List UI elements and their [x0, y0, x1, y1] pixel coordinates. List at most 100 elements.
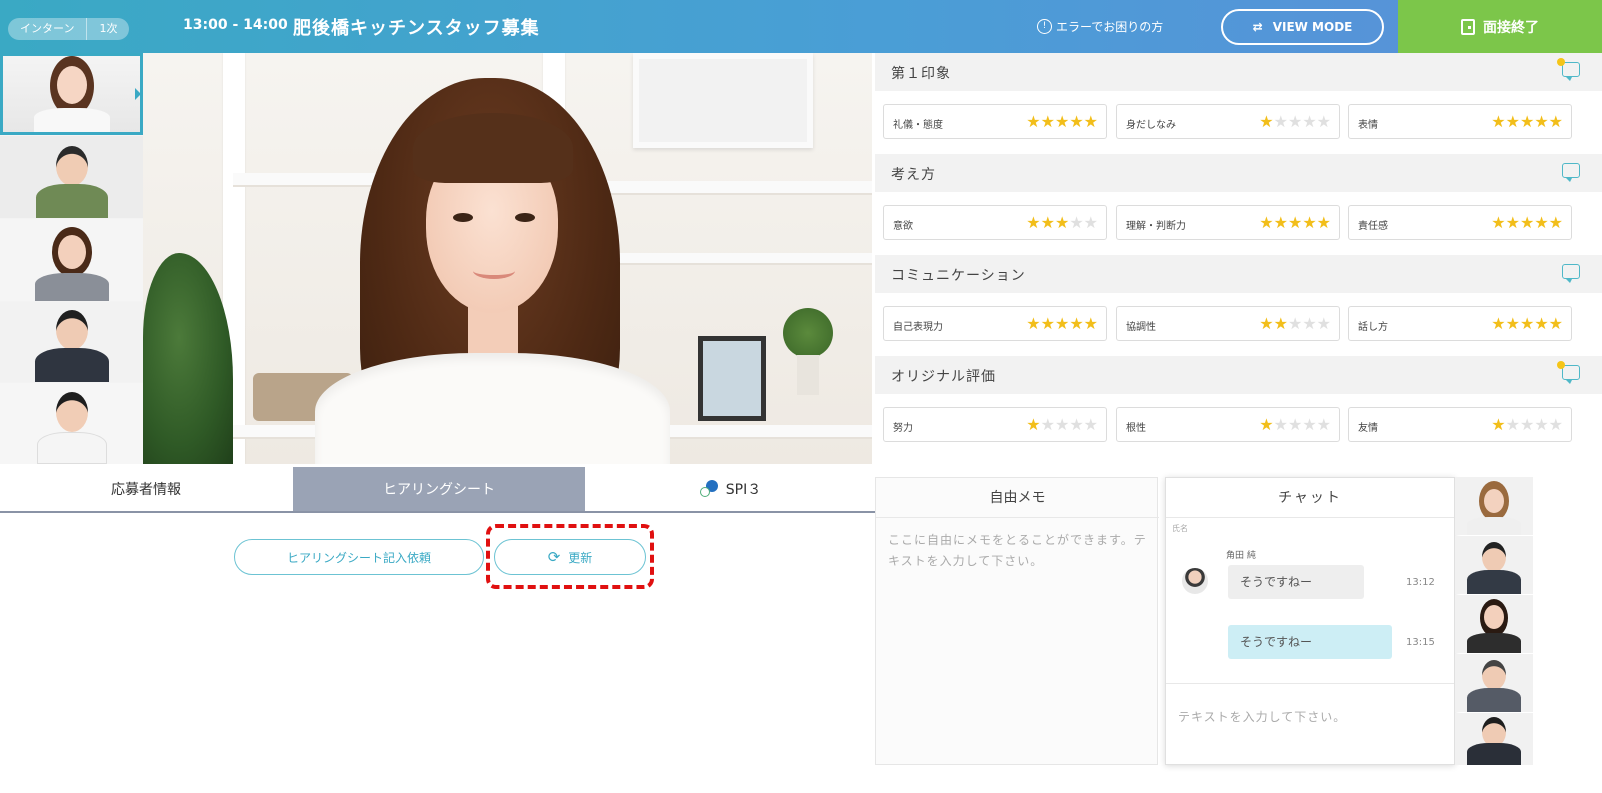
- chat-input[interactable]: テキストを入力して下さい。: [1166, 683, 1454, 764]
- eval-category-header: 考え方: [875, 154, 1602, 192]
- star-icon[interactable]: ★: [1520, 213, 1534, 232]
- star-icon[interactable]: ★: [1259, 415, 1273, 434]
- star-icon[interactable]: ★: [1259, 314, 1273, 333]
- star-icon[interactable]: ★: [1084, 314, 1098, 333]
- star-icon[interactable]: ★: [1041, 314, 1055, 333]
- star-icon[interactable]: ★: [1288, 112, 1302, 131]
- star-icon[interactable]: ★: [1084, 213, 1098, 232]
- star-icon[interactable]: ★: [1026, 314, 1040, 333]
- star-icon[interactable]: ★: [1506, 112, 1520, 131]
- star-icon[interactable]: ★: [1041, 112, 1055, 131]
- participant-thumb-3[interactable]: [0, 219, 143, 301]
- star-icon[interactable]: ★: [1026, 112, 1040, 131]
- chat-panel: チャット 氏名 角田 純 そうですねー 13:12 そうですねー 13:15 テ…: [1165, 477, 1455, 765]
- star-icon[interactable]: ★: [1534, 213, 1548, 232]
- star-icon[interactable]: ★: [1055, 415, 1069, 434]
- participant-thumb-5[interactable]: [0, 383, 143, 464]
- eval-category-header: コミュニケーション: [875, 255, 1602, 293]
- star-icon[interactable]: ★: [1259, 213, 1273, 232]
- star-icon[interactable]: ★: [1520, 314, 1534, 333]
- tag-round: 1次: [86, 18, 129, 40]
- star-icon[interactable]: ★: [1274, 213, 1288, 232]
- star-icon[interactable]: ★: [1506, 314, 1520, 333]
- star-icon[interactable]: ★: [1288, 213, 1302, 232]
- star-icon[interactable]: ★: [1317, 415, 1331, 434]
- eval-criterion: 友情 ★★★★★: [1348, 407, 1572, 442]
- chat-thumb-3[interactable]: [1455, 595, 1533, 653]
- star-icon[interactable]: ★: [1026, 213, 1040, 232]
- comment-icon[interactable]: [1557, 58, 1580, 81]
- comment-icon[interactable]: [1562, 264, 1580, 283]
- tab-hearing-sheet[interactable]: ヒアリングシート: [293, 467, 585, 511]
- free-memo-panel: 自由メモ ここに自由にメモをとることができます。テキストを入力して下さい。: [875, 477, 1159, 765]
- star-icon[interactable]: ★: [1026, 415, 1040, 434]
- star-icon[interactable]: ★: [1084, 112, 1098, 131]
- star-icon[interactable]: ★: [1506, 213, 1520, 232]
- chat-thumb-4[interactable]: [1455, 654, 1533, 712]
- memo-textarea[interactable]: ここに自由にメモをとることができます。テキストを入力して下さい。: [888, 530, 1148, 572]
- star-icon[interactable]: ★: [1069, 415, 1083, 434]
- star-icon[interactable]: ★: [1069, 213, 1083, 232]
- participant-thumb-2[interactable]: [0, 136, 143, 218]
- eval-criterion-label: 身だしなみ: [1126, 120, 1176, 131]
- star-icon[interactable]: ★: [1274, 415, 1288, 434]
- star-icon[interactable]: ★: [1317, 112, 1331, 131]
- star-icon[interactable]: ★: [1491, 112, 1505, 131]
- star-icon[interactable]: ★: [1534, 314, 1548, 333]
- star-icon[interactable]: ★: [1055, 112, 1069, 131]
- star-icon[interactable]: ★: [1084, 415, 1098, 434]
- star-icon[interactable]: ★: [1274, 314, 1288, 333]
- chat-thumb-2[interactable]: [1455, 536, 1533, 594]
- tab-applicant-info[interactable]: 応募者情報: [0, 467, 292, 511]
- comment-icon[interactable]: [1562, 163, 1580, 182]
- chat-input-placeholder: テキストを入力して下さい。: [1178, 710, 1347, 724]
- request-hearing-sheet-button[interactable]: ヒアリングシート記入依頼: [234, 539, 484, 575]
- star-icon[interactable]: ★: [1288, 415, 1302, 434]
- background-pot: [797, 355, 819, 395]
- star-icon[interactable]: ★: [1069, 314, 1083, 333]
- star-icon[interactable]: ★: [1288, 314, 1302, 333]
- star-icon[interactable]: ★: [1534, 112, 1548, 131]
- evaluation-panel: 第１印象 礼儀・態度 ★★★★★ 身だしなみ ★★★★★ 表情 ★★★★★ 考え方 意欲 ★★★★…: [875, 53, 1602, 464]
- participant-thumb-4[interactable]: [0, 302, 143, 382]
- star-icon[interactable]: ★: [1549, 112, 1563, 131]
- star-icon[interactable]: ★: [1520, 415, 1534, 434]
- star-icon[interactable]: ★: [1549, 415, 1563, 434]
- star-icon[interactable]: ★: [1041, 213, 1055, 232]
- star-icon[interactable]: ★: [1534, 415, 1548, 434]
- memo-title: 自由メモ: [876, 478, 1159, 518]
- star-icon[interactable]: ★: [1069, 112, 1083, 131]
- star-icon[interactable]: ★: [1549, 213, 1563, 232]
- star-icon[interactable]: ★: [1491, 415, 1505, 434]
- star-icon[interactable]: ★: [1055, 213, 1069, 232]
- tab-spi3-label: SPI３: [725, 482, 762, 498]
- star-icon[interactable]: ★: [1520, 112, 1534, 131]
- star-icon[interactable]: ★: [1274, 112, 1288, 131]
- view-mode-button[interactable]: ⇄ VIEW MODE: [1221, 9, 1384, 45]
- star-icon[interactable]: ★: [1041, 415, 1055, 434]
- star-icon[interactable]: ★: [1491, 213, 1505, 232]
- star-icon[interactable]: ★: [1491, 314, 1505, 333]
- eval-category-title: 第１印象: [891, 66, 951, 82]
- star-icon[interactable]: ★: [1302, 112, 1316, 131]
- eval-category-header: オリジナル評価: [875, 356, 1602, 394]
- tab-spi3[interactable]: SPI３: [586, 467, 875, 511]
- chat-thumb-5[interactable]: [1455, 713, 1533, 765]
- star-icon[interactable]: ★: [1302, 415, 1316, 434]
- comment-icon[interactable]: [1557, 361, 1580, 384]
- star-icon[interactable]: ★: [1549, 314, 1563, 333]
- star-icon[interactable]: ★: [1317, 213, 1331, 232]
- star-icon[interactable]: ★: [1302, 213, 1316, 232]
- participant-thumb-1[interactable]: [0, 53, 143, 135]
- end-interview-button[interactable]: 面接終了: [1398, 0, 1602, 53]
- error-help-link[interactable]: ! エラーでお困りの方: [1037, 18, 1163, 35]
- eval-criterion: 意欲 ★★★★★: [883, 205, 1107, 240]
- chat-thumb-1[interactable]: [1455, 477, 1533, 535]
- star-icon[interactable]: ★: [1506, 415, 1520, 434]
- star-icon[interactable]: ★: [1055, 314, 1069, 333]
- star-icon[interactable]: ★: [1317, 314, 1331, 333]
- eval-criterion: 理解・判断力 ★★★★★: [1116, 205, 1340, 240]
- star-icon[interactable]: ★: [1302, 314, 1316, 333]
- star-icon[interactable]: ★: [1259, 112, 1273, 131]
- info-tabs: 応募者情報 ヒアリングシート SPI３: [0, 467, 875, 513]
